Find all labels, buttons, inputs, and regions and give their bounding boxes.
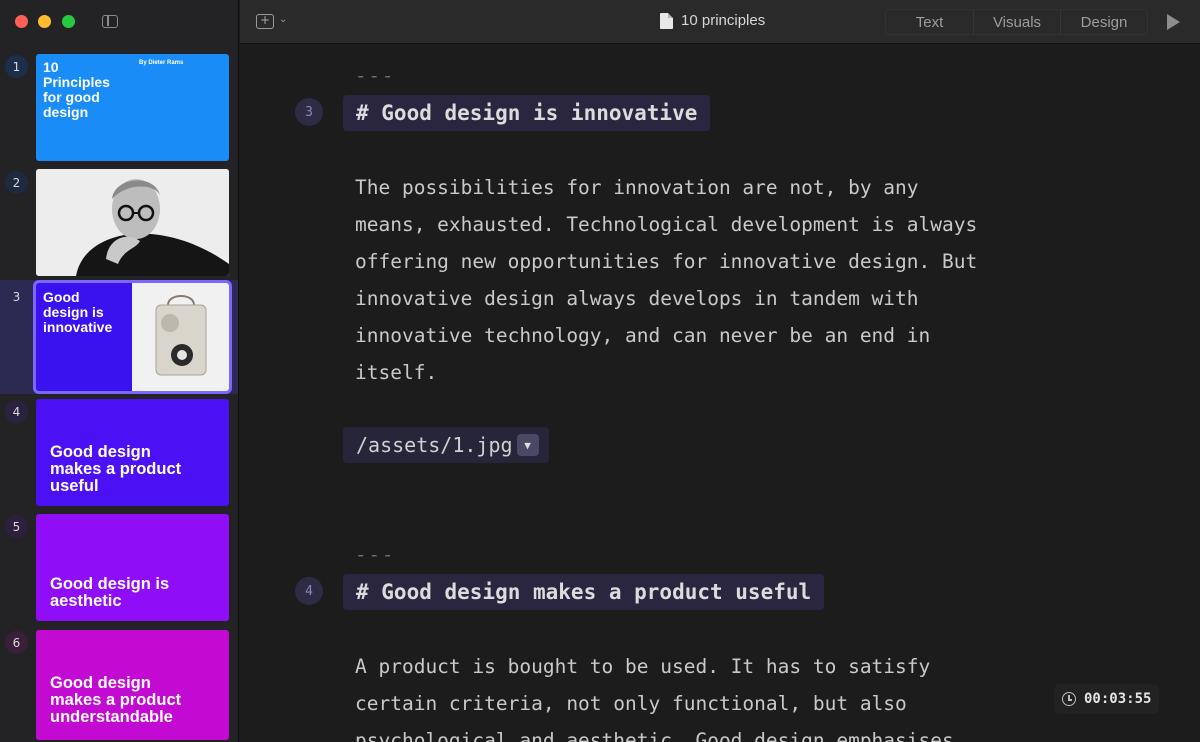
slide-number: 1 xyxy=(5,55,28,78)
slide-number: 5 xyxy=(5,515,28,538)
text-line: A product is bought to be used. It has t… xyxy=(355,655,931,678)
minimize-window-button[interactable] xyxy=(38,15,51,28)
chevron-down-icon[interactable]: ▼ xyxy=(516,434,539,456)
slide-number-badge[interactable]: 3 xyxy=(295,98,323,126)
slide-thumbnail[interactable] xyxy=(36,169,229,276)
slide-thumbnail[interactable]: 10 Principles for good design By Dieter … xyxy=(36,54,229,161)
presentation-timer[interactable]: 00:03:55 xyxy=(1054,684,1160,714)
chevron-down-icon[interactable]: ⌄ xyxy=(279,14,287,25)
slide-thumbnail[interactable]: Good design makes a product understandab… xyxy=(36,630,229,740)
slide-sidebar: 1 10 Principles for good design By Diete… xyxy=(0,0,239,742)
toolbar: + ⌄ 10 principles Text Visuals Design xyxy=(240,0,1200,44)
slide-body-text[interactable]: A product is bought to be used. It has t… xyxy=(355,648,1115,742)
slide-heading[interactable]: # Good design is innovative xyxy=(343,95,711,131)
markdown-editor[interactable]: --- 3 # Good design is innovative The po… xyxy=(240,45,1200,742)
slide-item-2[interactable]: 2 xyxy=(0,166,238,280)
play-icon[interactable] xyxy=(1167,14,1180,30)
radio-photo xyxy=(132,283,229,391)
slide-heading[interactable]: # Good design makes a product useful xyxy=(343,574,825,610)
slide-thumbnail[interactable]: Good design makes a product useful xyxy=(36,399,229,506)
slide-separator: --- xyxy=(355,544,396,566)
slide-separator: --- xyxy=(355,65,396,87)
slide-title: Good design makes a product understandab… xyxy=(50,674,182,726)
document-title: 10 principles xyxy=(660,12,765,29)
tab-text[interactable]: Text xyxy=(886,10,973,34)
slide-title: Good design is innovative xyxy=(43,289,113,335)
asset-reference[interactable]: /assets/1.jpg ▼ xyxy=(343,427,549,463)
slide-title: Good design is aesthetic xyxy=(50,575,170,610)
text-line: certain criteria, not only functional, b… xyxy=(355,692,907,715)
text-line: psychological and aesthetic. Good design… xyxy=(355,729,954,742)
timer-value: 00:03:55 xyxy=(1084,691,1152,707)
slide-number: 2 xyxy=(5,171,28,194)
history-clock-icon xyxy=(1062,692,1076,706)
text-line: itself. xyxy=(355,361,438,384)
slide-number: 3 xyxy=(12,289,21,304)
document-title-text: 10 principles xyxy=(681,12,766,29)
text-line: The possibilities for innovation are not… xyxy=(355,176,919,199)
tab-visuals[interactable]: Visuals xyxy=(973,10,1060,34)
slide-body-text[interactable]: The possibilities for innovation are not… xyxy=(355,169,1115,391)
maximize-window-button[interactable] xyxy=(62,15,75,28)
slide-thumbnail[interactable]: Good design is innovative xyxy=(36,283,229,391)
slide-title: Good design makes a product useful xyxy=(50,443,182,495)
slide-title: 10 Principles for good design xyxy=(43,59,110,120)
slide-number: 6 xyxy=(5,631,28,654)
slide-thumbnail[interactable]: Good design is aesthetic xyxy=(36,514,229,621)
text-line: offering new opportunities for innovativ… xyxy=(355,250,978,273)
slide-subtitle: By Dieter Rams xyxy=(139,60,184,66)
text-line: innovative technology, and can never be … xyxy=(355,324,931,347)
document-icon xyxy=(660,12,673,29)
slide-item-1[interactable]: 1 10 Principles for good design By Diete… xyxy=(0,50,238,164)
main-area: + ⌄ 10 principles Text Visuals Design --… xyxy=(240,0,1200,742)
asset-path: /assets/1.jpg xyxy=(356,433,513,457)
portrait-photo xyxy=(36,169,229,276)
text-line: innovative design always develops in tan… xyxy=(355,287,919,310)
slide-item-6[interactable]: 6 Good design makes a product understand… xyxy=(0,628,238,742)
slide-number-badge[interactable]: 4 xyxy=(295,577,323,605)
slide-item-5[interactable]: 5 Good design is aesthetic xyxy=(0,512,238,626)
add-slide-icon[interactable]: + xyxy=(256,14,274,29)
close-window-button[interactable] xyxy=(15,15,28,28)
text-line: means, exhausted. Technological developm… xyxy=(355,213,978,236)
view-mode-switcher: Text Visuals Design xyxy=(885,9,1148,35)
tab-design[interactable]: Design xyxy=(1060,10,1147,34)
slide-item-3[interactable]: 3 Good design is innovative xyxy=(0,280,238,394)
sidebar-toggle-icon[interactable] xyxy=(102,15,118,28)
slide-number: 4 xyxy=(5,400,28,423)
slide-item-4[interactable]: 4 Good design makes a product useful xyxy=(0,396,238,510)
